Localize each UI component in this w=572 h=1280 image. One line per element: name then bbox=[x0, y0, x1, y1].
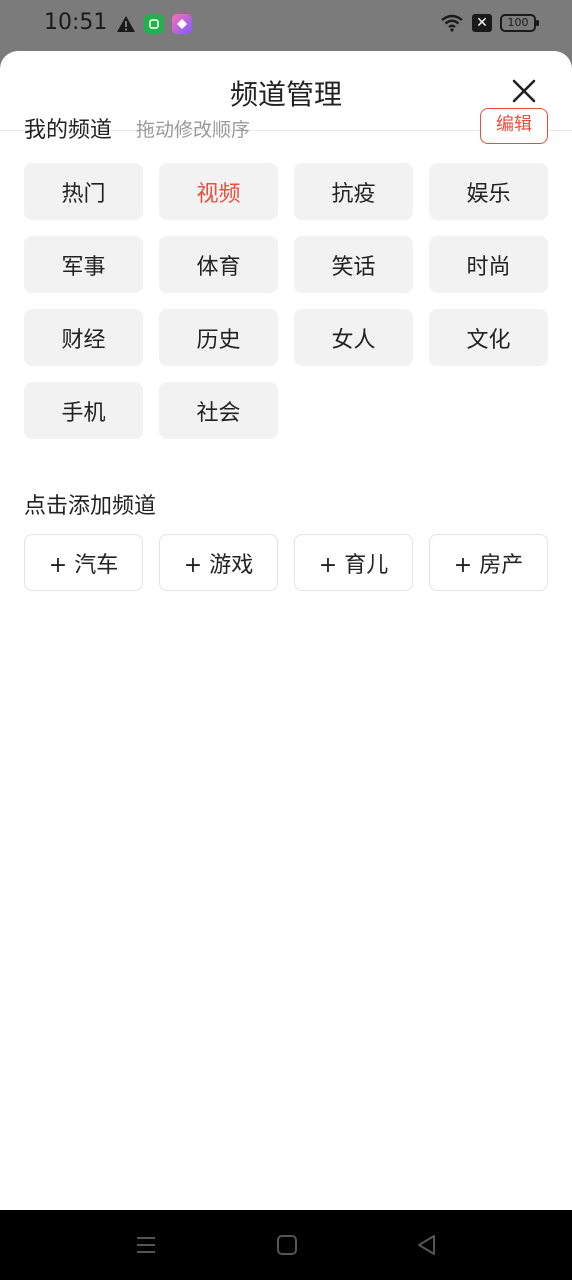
add-channel-chip[interactable]: + 房产 bbox=[429, 534, 548, 591]
add-channels-label: 点击添加频道 bbox=[24, 494, 157, 519]
add-channel-chip[interactable]: + 育儿 bbox=[294, 534, 413, 591]
channel-chip[interactable]: 热门 bbox=[24, 163, 143, 220]
status-bar: 10:51 ✕ 100 bbox=[0, 0, 572, 52]
add-channel-chip[interactable]: + 汽车 bbox=[24, 534, 143, 591]
wifi-icon bbox=[441, 14, 463, 32]
channel-chip[interactable]: 体育 bbox=[159, 236, 278, 293]
channel-chip[interactable]: 女人 bbox=[294, 309, 413, 366]
my-channels-label: 我的频道 bbox=[24, 118, 113, 143]
add-channel-chip[interactable]: + 游戏 bbox=[159, 534, 278, 591]
home-square-icon[interactable] bbox=[274, 1232, 300, 1258]
my-channels-grid: 热门 视频 抗疫 娱乐军事 体育 笑话 时尚财经 历史 女人 文化手机 社会 bbox=[24, 163, 548, 439]
channel-chip[interactable]: 时尚 bbox=[429, 236, 548, 293]
channel-chip[interactable]: 军事 bbox=[24, 236, 143, 293]
status-time: 10:51 bbox=[44, 10, 108, 35]
channel-chip[interactable]: 历史 bbox=[159, 309, 278, 366]
sheet-title: 频道管理 bbox=[229, 78, 342, 111]
no-sim-icon: ✕ bbox=[472, 14, 492, 32]
status-left-icons bbox=[116, 14, 192, 34]
menu-icon[interactable] bbox=[133, 1232, 159, 1258]
channel-chip[interactable]: 娱乐 bbox=[429, 163, 548, 220]
channel-chip[interactable]: 文化 bbox=[429, 309, 548, 366]
close-icon[interactable] bbox=[510, 77, 538, 105]
back-triangle-icon[interactable] bbox=[414, 1232, 440, 1258]
channel-chip[interactable]: 笑话 bbox=[294, 236, 413, 293]
app-notification-icon bbox=[144, 14, 164, 34]
channel-chip[interactable]: 视频 bbox=[159, 163, 278, 220]
battery-icon: 100 bbox=[500, 14, 539, 32]
channel-chip[interactable]: 手机 bbox=[24, 382, 143, 439]
system-nav-bar bbox=[0, 1210, 572, 1280]
drag-hint: 拖动修改顺序 bbox=[136, 119, 251, 141]
app-notification-icon bbox=[172, 14, 192, 34]
add-channels-grid: + 汽车 + 游戏 + 育儿 + 房产 bbox=[24, 534, 548, 591]
warning-icon bbox=[117, 16, 135, 32]
channel-chip[interactable]: 社会 bbox=[159, 382, 278, 439]
channel-chip[interactable]: 抗疫 bbox=[294, 163, 413, 220]
status-right-icons: ✕ 100 bbox=[440, 14, 539, 32]
edit-button[interactable]: 编辑 bbox=[480, 108, 548, 144]
channel-chip[interactable]: 财经 bbox=[24, 309, 143, 366]
